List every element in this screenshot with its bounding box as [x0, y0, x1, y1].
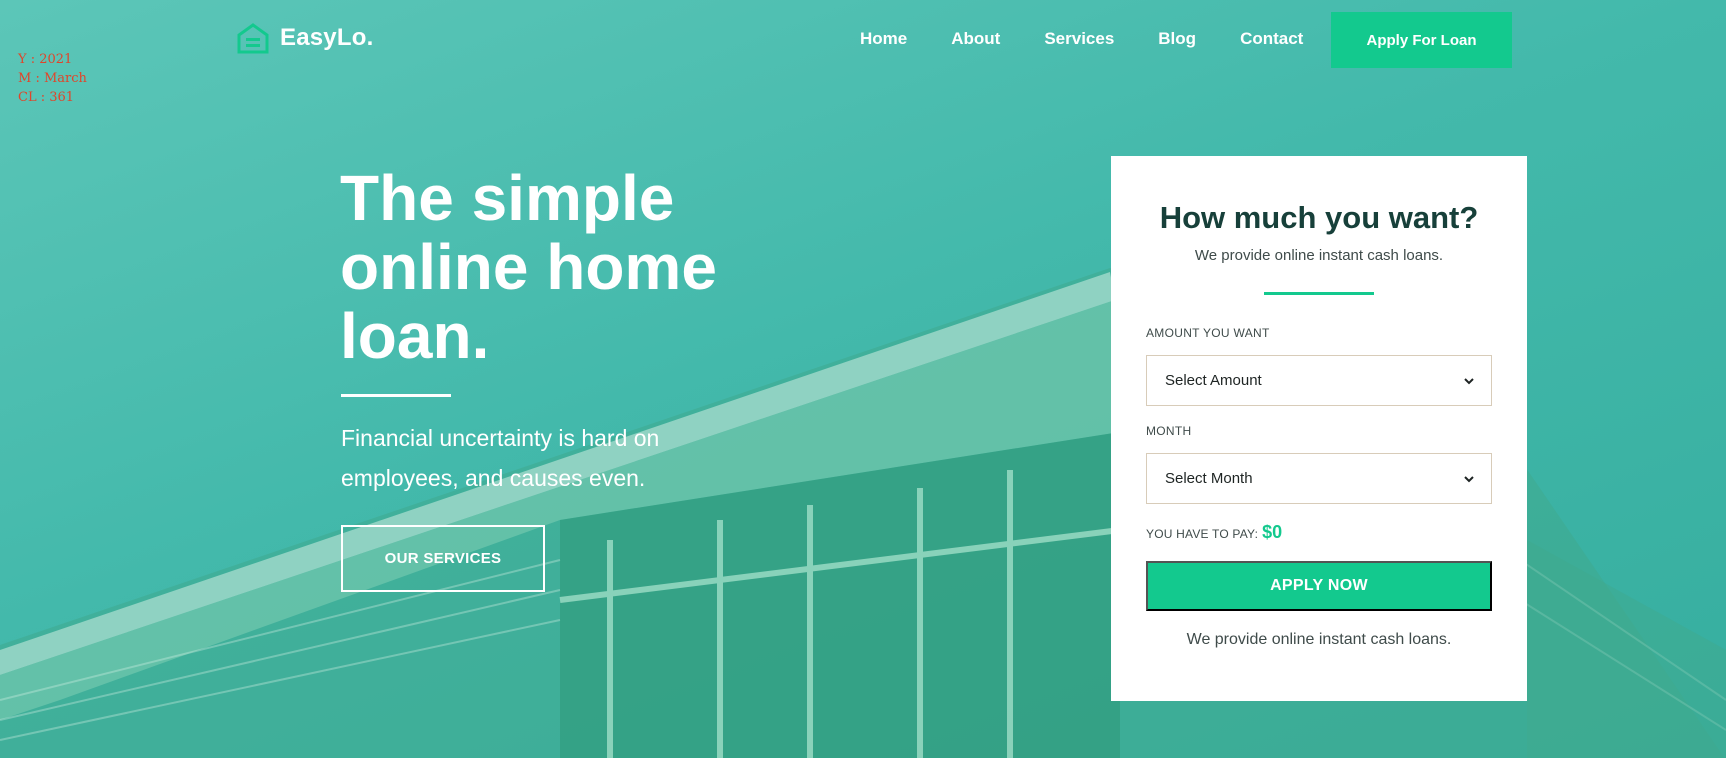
watermark-year: Y : 2021 [18, 52, 73, 67]
brand-logo[interactable]: EasyLo. [236, 22, 373, 54]
month-select-value: Select Month [1165, 470, 1253, 487]
month-select[interactable]: Select Month [1146, 453, 1492, 504]
hero-headline: The simple online home loan. [340, 162, 717, 372]
brand-name: EasyLo. [280, 24, 374, 51]
house-icon [237, 23, 269, 54]
month-label: MONTH [1146, 424, 1192, 438]
date-watermark: Y : 2021 M : March CL : 361 [18, 50, 87, 107]
our-services-button[interactable]: OUR SERVICES [341, 525, 545, 592]
hero-lead-text: Financial uncertainty is hard on employe… [341, 425, 660, 491]
nav-services[interactable]: Services [1044, 27, 1114, 51]
apply-for-loan-button[interactable]: Apply For Loan [1331, 12, 1512, 68]
calculator-divider [1264, 292, 1374, 295]
watermark-cl: CL : 361 [18, 90, 75, 105]
pay-label: YOU HAVE TO PAY: [1146, 527, 1259, 541]
nav-home[interactable]: Home [860, 27, 907, 51]
loan-calculator-card: How much you want? We provide online ins… [1111, 156, 1527, 701]
hero-section: Y : 2021 M : March CL : 361 EasyLo. Home… [0, 0, 1726, 758]
apply-now-button[interactable]: APPLY NOW [1146, 561, 1492, 611]
pay-amount: $0 [1262, 522, 1283, 542]
chevron-down-icon [1464, 475, 1474, 482]
amount-select-value: Select Amount [1165, 372, 1262, 389]
calculator-subtitle: We provide online instant cash loans. [1194, 247, 1444, 264]
hero-divider [341, 394, 451, 397]
watermark-month: M : March [18, 71, 87, 86]
amount-label: AMOUNT YOU WANT [1146, 326, 1270, 340]
nav-about[interactable]: About [951, 27, 1000, 51]
pay-summary: YOU HAVE TO PAY: $0 [1146, 522, 1282, 543]
calculator-title: How much you want? [1159, 200, 1479, 235]
amount-select[interactable]: Select Amount [1146, 355, 1492, 406]
calculator-footer-text: We provide online instant cash loans. [1186, 631, 1452, 648]
nav-contact[interactable]: Contact [1240, 27, 1303, 51]
main-nav: Home About Services Blog Contact [860, 27, 1303, 51]
nav-blog[interactable]: Blog [1158, 27, 1196, 51]
chevron-down-icon [1464, 377, 1474, 384]
